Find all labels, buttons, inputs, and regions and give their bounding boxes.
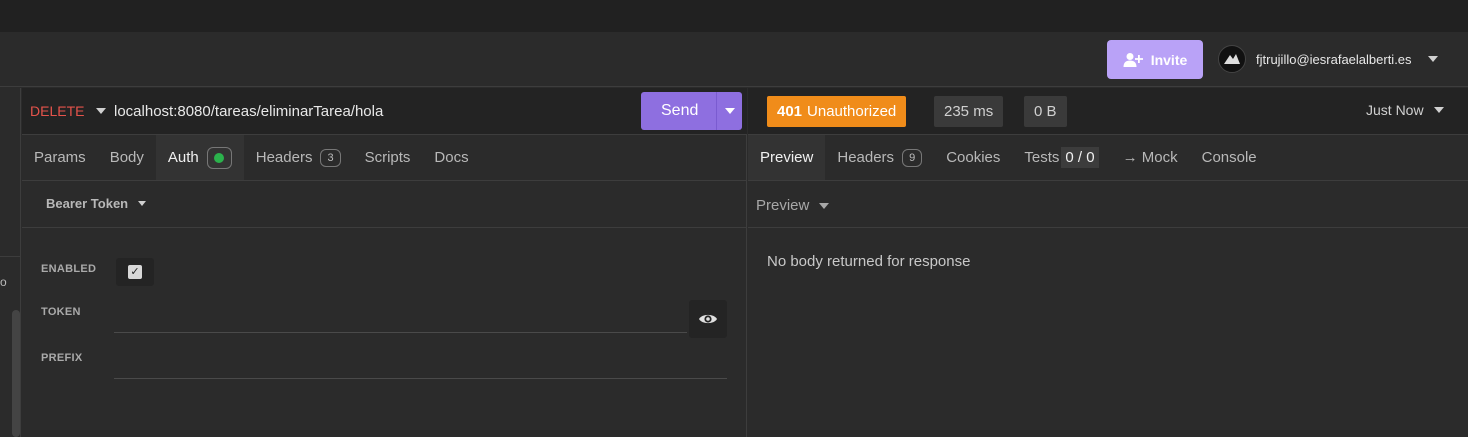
- tab-label: Console: [1201, 149, 1257, 166]
- scrollbar[interactable]: [12, 310, 20, 437]
- eye-icon: [699, 314, 717, 324]
- tab-scripts[interactable]: Scripts: [353, 135, 423, 180]
- account-menu[interactable]: fjtrujillo@iesrafaelalberti.es: [1218, 45, 1438, 73]
- tab-params[interactable]: Params: [22, 135, 98, 180]
- response-size: 0 B: [1024, 96, 1067, 127]
- top-bar: Invite fjtrujillo@iesrafaelalberti.es: [0, 32, 1468, 87]
- tab-label: Auth: [167, 149, 199, 166]
- tab-preview[interactable]: Preview: [748, 135, 826, 180]
- tab-mock[interactable]: → Mock: [1111, 135, 1190, 180]
- response-tabs: Preview Headers 9 Cookies Tests 0 / 0 → …: [748, 135, 1468, 181]
- send-options-button[interactable]: [716, 92, 742, 130]
- tab-label: Cookies: [946, 149, 1001, 166]
- invite-label: Invite: [1150, 51, 1188, 68]
- tab-body[interactable]: Body: [98, 135, 156, 180]
- tab-label: Headers: [255, 149, 313, 166]
- status-code: 401: [777, 103, 803, 120]
- tab-label: Body: [109, 149, 144, 166]
- prefix-label: PREFIX: [41, 352, 83, 364]
- status-dot-icon: [214, 152, 225, 163]
- tab-tests[interactable]: Tests 0 / 0: [1012, 135, 1110, 180]
- token-input[interactable]: [114, 301, 687, 333]
- method-select[interactable]: DELETE: [30, 103, 107, 119]
- tab-label: Tests: [1024, 149, 1060, 166]
- count-badge: 3: [320, 148, 341, 167]
- sidebar-collapsed: o: [0, 88, 21, 437]
- send-button[interactable]: Send: [641, 92, 742, 130]
- add-user-icon: [1123, 52, 1143, 67]
- chevron-down-icon: [819, 202, 830, 209]
- avatar: [1218, 45, 1246, 73]
- toggle-visibility-button[interactable]: [689, 300, 727, 338]
- url-bar: DELETE Send: [22, 88, 747, 135]
- enabled-label: ENABLED: [41, 263, 97, 275]
- chevron-down-icon: [1433, 107, 1444, 113]
- invite-button[interactable]: Invite: [1107, 40, 1203, 79]
- response-status-bar: 401 Unauthorized 235 ms 0 B Just Now: [748, 88, 1468, 135]
- status-badge: 401 Unauthorized: [767, 96, 907, 127]
- preview-mode-label: Preview: [756, 197, 810, 214]
- method-label: DELETE: [30, 103, 85, 119]
- response-pane: 401 Unauthorized 235 ms 0 B Just Now Pre…: [748, 88, 1468, 437]
- tab-label: Params: [34, 149, 86, 166]
- tab-auth[interactable]: Auth: [155, 135, 244, 180]
- chevron-down-icon: [1427, 56, 1438, 62]
- window-titlebar: [0, 0, 1468, 32]
- tab-label: Preview: [760, 149, 814, 166]
- auth-type-label: Bearer Token: [46, 196, 129, 211]
- count-badge: 9: [902, 148, 923, 167]
- response-history-select[interactable]: Just Now: [1366, 102, 1444, 118]
- token-label: TOKEN: [41, 306, 81, 318]
- tab-label: Docs: [434, 149, 469, 166]
- user-email: fjtrujillo@iesrafaelalberti.es: [1256, 51, 1412, 67]
- sidebar-text-fragment: o: [0, 275, 7, 289]
- divider: [0, 256, 21, 257]
- tab-cookies[interactable]: Cookies: [934, 135, 1012, 180]
- preview-mode-select[interactable]: Preview: [756, 197, 830, 214]
- url-input[interactable]: [114, 96, 634, 126]
- enabled-checkbox[interactable]: ✓: [116, 258, 154, 286]
- prefix-input[interactable]: [114, 347, 727, 379]
- tests-count-badge: 0 / 0: [1061, 147, 1099, 168]
- tab-docs[interactable]: Docs: [422, 135, 480, 180]
- request-tabs: Params Body Auth Headers 3 Scripts Docs: [22, 135, 747, 181]
- tab-headers[interactable]: Headers 3: [244, 135, 353, 180]
- status-text: Unauthorized: [807, 103, 897, 120]
- empty-response-message: No body returned for response: [767, 253, 971, 270]
- response-time: 235 ms: [934, 96, 1004, 127]
- auth-type-select[interactable]: Bearer Token: [46, 196, 147, 211]
- auth-type-bar: Bearer Token: [22, 181, 747, 228]
- chevron-down-icon: [96, 108, 107, 114]
- request-pane: DELETE Send Params Body Auth Headers 3 S…: [22, 88, 747, 437]
- tab-label: Headers: [837, 149, 895, 166]
- history-label: Just Now: [1366, 102, 1424, 118]
- tab-label: Scripts: [364, 149, 411, 166]
- chevron-down-icon: [724, 108, 735, 114]
- check-icon: ✓: [128, 265, 142, 279]
- tab-response-headers[interactable]: Headers 9: [825, 135, 934, 180]
- auth-active-indicator: [206, 146, 232, 169]
- tab-label: → Mock: [1122, 149, 1178, 166]
- send-label: Send: [661, 102, 699, 119]
- chevron-down-icon: [138, 201, 147, 206]
- preview-mode-bar: Preview: [748, 181, 1468, 228]
- tab-console[interactable]: Console: [1190, 135, 1269, 180]
